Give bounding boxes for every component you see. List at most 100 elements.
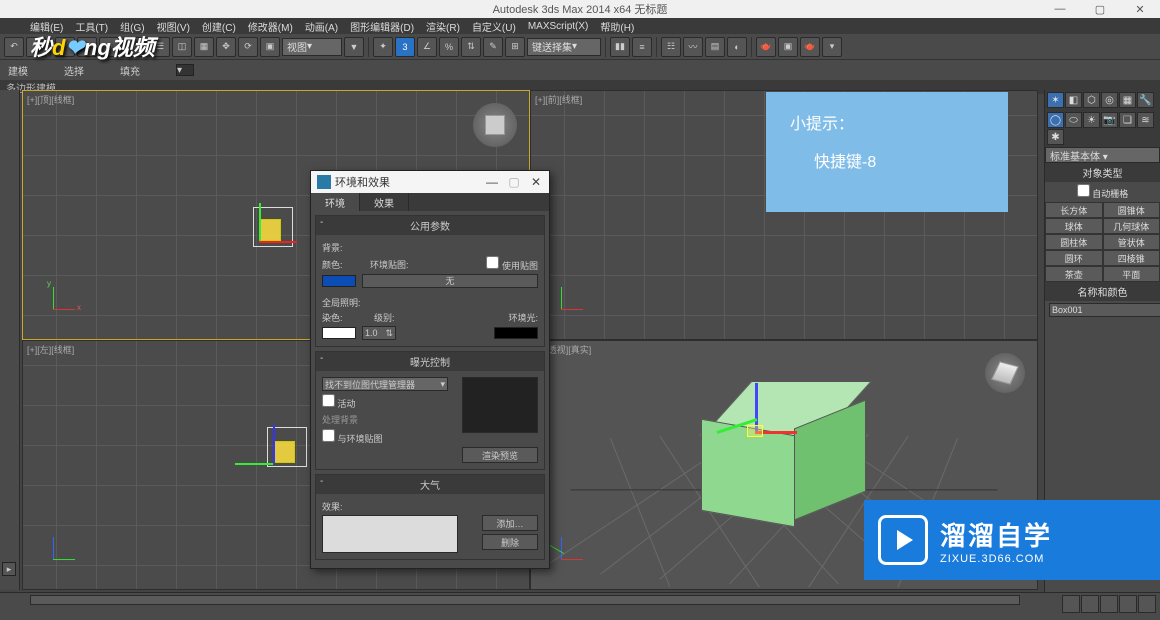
tab-environment[interactable]: 环境 [311, 193, 360, 211]
prim-cone[interactable]: 圆锥体 [1103, 202, 1160, 218]
rollout-exposure[interactable]: -曝光控制 [316, 352, 544, 371]
dialog-close-button[interactable]: ✕ [525, 171, 547, 193]
cat-lights[interactable]: ☀ [1083, 112, 1100, 128]
autogrid-checkbox[interactable] [1077, 184, 1090, 197]
dialog-titlebar[interactable]: 环境和效果 — ▢ ✕ [311, 171, 549, 193]
cat-cameras[interactable]: 📷 [1101, 112, 1118, 128]
scale-button[interactable]: ▣ [260, 37, 280, 57]
prim-box[interactable]: 长方体 [1045, 202, 1103, 218]
named-selection-dropdown[interactable]: 键送择集 ▾ [527, 38, 601, 56]
tab-create[interactable]: ✶ [1047, 92, 1064, 108]
prim-teapot[interactable]: 茶壶 [1045, 266, 1103, 282]
manip-button[interactable]: ✦ [373, 37, 393, 57]
cat-shapes[interactable]: ⬭ [1065, 112, 1082, 128]
envmap-button[interactable]: 无 [362, 274, 538, 288]
named-sel-button[interactable]: ⊞ [505, 37, 525, 57]
render-preview-button[interactable]: 渲染预览 [462, 447, 538, 463]
select-region-button[interactable]: ◫ [172, 37, 192, 57]
cat-systems[interactable]: ✱ [1047, 129, 1064, 145]
move-button[interactable]: ✥ [216, 37, 236, 57]
material-editor-button[interactable]: ◐ [727, 37, 747, 57]
rollout-atmosphere[interactable]: -大气 [316, 475, 544, 494]
tab-hierarchy[interactable]: ⬡ [1083, 92, 1100, 108]
angle-snap-button[interactable]: ∠ [417, 37, 437, 57]
dialog-minimize-button[interactable]: — [481, 171, 503, 193]
rollout-common-params[interactable]: -公用参数 [316, 216, 544, 235]
ref-coord-dropdown[interactable]: 视图 ▾ [282, 38, 342, 56]
prim-sphere[interactable]: 球体 [1045, 218, 1103, 234]
layer-button[interactable]: ☷ [661, 37, 681, 57]
mirror-button[interactable]: ▮▮ [610, 37, 630, 57]
cat-geometry[interactable]: ◯ [1047, 112, 1064, 128]
menu-render[interactable]: 渲染(R) [426, 19, 460, 34]
cat-helpers[interactable]: ❏ [1119, 112, 1136, 128]
render-framebuf-button[interactable]: ▣ [778, 37, 798, 57]
tint-color-swatch[interactable] [322, 327, 356, 339]
atmo-add-button[interactable]: 添加… [482, 515, 538, 531]
menu-maxscript[interactable]: MAXScript(X) [528, 21, 589, 32]
nav-max-button[interactable] [1138, 595, 1156, 613]
tab-display[interactable]: ▦ [1119, 92, 1136, 108]
prim-cylinder[interactable]: 圆柱体 [1045, 234, 1103, 250]
atmo-delete-button[interactable]: 删除 [482, 534, 538, 550]
time-slider[interactable] [30, 595, 1020, 605]
percent-snap-button[interactable]: % [439, 37, 459, 57]
nav-fov-button[interactable] [1119, 595, 1137, 613]
tab-effects[interactable]: 效果 [360, 193, 409, 211]
bg-color-swatch[interactable] [322, 275, 356, 287]
nav-zoom-button[interactable] [1062, 595, 1080, 613]
prim-pyramid[interactable]: 四棱锥 [1103, 250, 1160, 266]
nav-orbit-button[interactable] [1100, 595, 1118, 613]
render-setup-button[interactable]: 🫖 [756, 37, 776, 57]
menu-customize[interactable]: 自定义(U) [472, 19, 516, 34]
ambient-color-swatch[interactable] [494, 327, 538, 339]
object-name-input[interactable] [1049, 303, 1160, 317]
ribbon-modeling[interactable]: 建模 [8, 63, 28, 78]
with-envmap-checkbox[interactable] [322, 429, 335, 442]
exposure-active-checkbox[interactable] [322, 394, 335, 407]
schematic-button[interactable]: ▤ [705, 37, 725, 57]
menu-views[interactable]: 视图(V) [157, 19, 190, 34]
menu-animation[interactable]: 动画(A) [305, 19, 338, 34]
rollout-name-color[interactable]: 名称和颜色 [1045, 282, 1160, 301]
align-button[interactable]: ≡ [632, 37, 652, 57]
prim-geosphere[interactable]: 几何球体 [1103, 218, 1160, 234]
atmosphere-effects-list[interactable] [322, 515, 458, 553]
window-minimize-button[interactable]: — [1040, 0, 1080, 18]
nav-pan-button[interactable] [1081, 595, 1099, 613]
prim-plane[interactable]: 平面 [1103, 266, 1160, 282]
primitive-category-dropdown[interactable]: 标准基本体 ▾ [1045, 147, 1160, 163]
use-map-checkbox[interactable] [486, 256, 499, 269]
render-flyout-button[interactable]: ▾ [822, 37, 842, 57]
prim-tube[interactable]: 管状体 [1103, 234, 1160, 250]
cat-spacewarps[interactable]: ≋ [1137, 112, 1154, 128]
undo-button[interactable]: ↶ [4, 37, 24, 57]
tab-motion[interactable]: ◎ [1101, 92, 1118, 108]
ribbon-swatch-icon[interactable]: ▾ [176, 64, 194, 76]
ribbon-selection[interactable]: 选择 [64, 63, 84, 78]
snap-toggle-button[interactable]: 3 [395, 37, 415, 57]
spinner-snap-button[interactable]: ⇅ [461, 37, 481, 57]
window-maximize-button[interactable]: ▢ [1080, 0, 1120, 18]
viewcube-persp[interactable] [985, 353, 1025, 393]
window-close-button[interactable]: ✕ [1120, 0, 1160, 18]
rollout-object-type[interactable]: 对象类型 [1045, 163, 1160, 182]
menu-help[interactable]: 帮助(H) [600, 19, 634, 34]
window-crossing-button[interactable]: ▦ [194, 37, 214, 57]
ribbon-fill[interactable]: 填充 [120, 63, 140, 78]
prim-torus[interactable]: 圆环 [1045, 250, 1103, 266]
exposure-dropdown[interactable]: 找不到位图代理管理器▾ [322, 377, 448, 391]
scene-box-object[interactable] [701, 381, 841, 521]
tab-modify[interactable]: ◧ [1065, 92, 1082, 108]
menu-create[interactable]: 创建(C) [202, 19, 236, 34]
dialog-maximize-button[interactable]: ▢ [503, 171, 525, 193]
edit-named-sel-button[interactable]: ✎ [483, 37, 503, 57]
menu-grapheditors[interactable]: 图形编辑器(D) [350, 19, 414, 34]
render-button[interactable]: 🫖 [800, 37, 820, 57]
menu-modifiers[interactable]: 修改器(M) [248, 19, 293, 34]
left-expand-button[interactable]: ▸ [2, 562, 16, 576]
use-center-button[interactable]: ▼ [344, 37, 364, 57]
level-spinner[interactable]: 1.0⇅ [362, 326, 396, 340]
tab-utilities[interactable]: 🔧 [1137, 92, 1154, 108]
rotate-button[interactable]: ⟳ [238, 37, 258, 57]
